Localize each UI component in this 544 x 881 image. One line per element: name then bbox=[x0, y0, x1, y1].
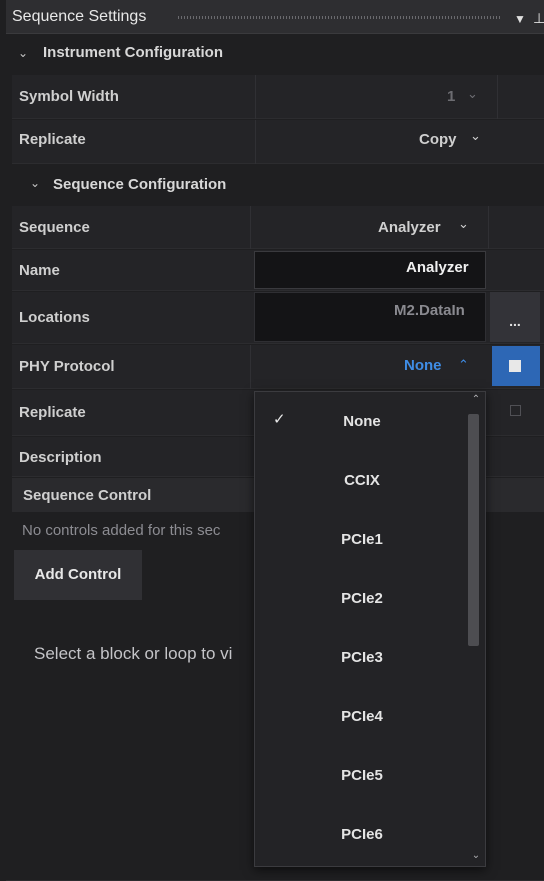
replicate-value[interactable]: Copy bbox=[419, 131, 457, 148]
locations-label: Locations bbox=[19, 309, 90, 326]
dropdown-option-pcie2[interactable]: PCIe2 bbox=[255, 569, 469, 628]
divider bbox=[255, 75, 256, 119]
replicate-label: Replicate bbox=[19, 131, 86, 148]
drag-grip[interactable] bbox=[178, 16, 500, 19]
divider bbox=[255, 120, 256, 164]
dropdown-option-ccix[interactable]: CCIX bbox=[255, 451, 469, 510]
chevron-down-icon[interactable]: ⌄ bbox=[18, 46, 28, 60]
divider bbox=[250, 345, 251, 389]
sequence-label: Sequence bbox=[19, 219, 90, 236]
scroll-up-icon[interactable]: ⌃ bbox=[467, 394, 485, 405]
dropdown-option-pcie4[interactable]: PCIe4 bbox=[255, 687, 469, 746]
phy-protocol-value[interactable]: None bbox=[404, 357, 442, 374]
add-control-button[interactable]: Add Control bbox=[14, 550, 142, 600]
chevron-down-icon[interactable]: ⌄ bbox=[470, 128, 481, 144]
selection-hint: Select a block or loop to vi bbox=[34, 644, 233, 663]
phy-protocol-label: PHY Protocol bbox=[19, 358, 115, 375]
sequence-config-header[interactable]: Sequence Configuration bbox=[53, 176, 226, 193]
sequence-control-empty-text: No controls added for this sec bbox=[22, 522, 221, 539]
name-value[interactable]: Analyzer bbox=[406, 259, 469, 276]
dropdown-option-pcie1[interactable]: PCIe1 bbox=[255, 510, 469, 569]
dropdown-option-none[interactable]: None bbox=[255, 392, 469, 451]
panel-title: Sequence Settings bbox=[12, 8, 147, 25]
sequence-replicate-label: Replicate bbox=[19, 404, 86, 421]
dropdown-arrow-icon[interactable]: ▼ bbox=[514, 12, 526, 26]
dropdown-scrollbar-thumb[interactable] bbox=[468, 414, 479, 646]
divider bbox=[488, 206, 489, 249]
chevron-down-icon[interactable]: ⌄ bbox=[467, 86, 478, 102]
locations-browse-button[interactable]: ... bbox=[490, 292, 540, 342]
scroll-down-icon[interactable]: ⌄ bbox=[467, 850, 485, 861]
dropdown-option-pcie5[interactable]: PCIe5 bbox=[255, 746, 469, 805]
locations-value[interactable]: M2.DataIn bbox=[394, 302, 465, 319]
dropdown-option-pcie6[interactable]: PCIe6 bbox=[255, 805, 469, 864]
description-label: Description bbox=[19, 449, 102, 466]
replicate-checkbox[interactable] bbox=[510, 405, 521, 416]
phy-protocol-dropdown[interactable]: ✓ None CCIX PCIe1 PCIe2 PCIe3 PCIe4 PCIe… bbox=[254, 391, 486, 867]
dropdown-option-pcie3[interactable]: PCIe3 bbox=[255, 628, 469, 687]
replicate-row bbox=[12, 120, 544, 164]
pin-icon[interactable]: ⊥ bbox=[533, 10, 544, 27]
chevron-down-icon[interactable]: ⌄ bbox=[30, 176, 40, 190]
sequence-value[interactable]: Analyzer bbox=[378, 219, 441, 236]
divider bbox=[497, 75, 498, 119]
sequence-control-header: Sequence Control bbox=[23, 487, 152, 504]
chevron-up-icon[interactable]: ⌃ bbox=[458, 357, 469, 373]
symbol-width-label: Symbol Width bbox=[19, 88, 119, 105]
phy-protocol-checkbox[interactable] bbox=[492, 346, 540, 386]
symbol-width-value[interactable]: 1 bbox=[447, 88, 455, 105]
chevron-down-icon[interactable]: ⌄ bbox=[458, 216, 469, 232]
name-label: Name bbox=[19, 262, 60, 279]
divider bbox=[250, 206, 251, 249]
instrument-config-header[interactable]: Instrument Configuration bbox=[43, 44, 223, 61]
